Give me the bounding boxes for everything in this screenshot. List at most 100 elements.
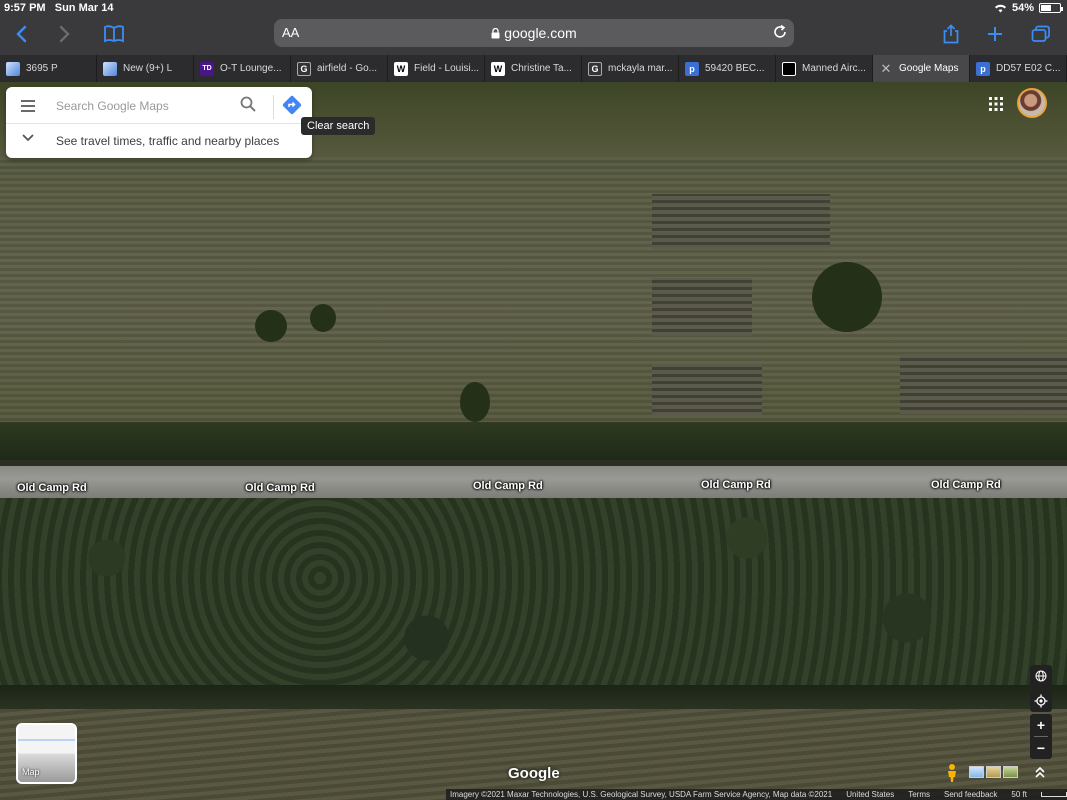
plot xyxy=(900,354,1067,414)
google-favicon-icon: G xyxy=(588,61,602,76)
battery-fill xyxy=(1041,5,1051,11)
imagery-thumbnail[interactable] xyxy=(969,766,984,778)
imagery-attribution: Imagery ©2021 Maxar Technologies, U.S. G… xyxy=(450,790,833,799)
wifi-icon xyxy=(994,4,1006,13)
share-icon xyxy=(943,24,959,44)
url-display[interactable]: google.com xyxy=(274,25,794,41)
close-tab-icon[interactable]: ✕ xyxy=(879,61,893,76)
canal xyxy=(0,685,1067,709)
black-favicon-icon xyxy=(782,61,796,76)
tab-label: 3695 P xyxy=(26,63,58,74)
tab-item[interactable]: Gairfield - Go... xyxy=(291,55,388,82)
back-button[interactable] xyxy=(6,20,36,48)
zoom-in-button[interactable]: + xyxy=(1030,714,1052,736)
search-panel: See travel times, traffic and nearby pla… xyxy=(6,87,312,158)
image-favicon-icon xyxy=(103,61,117,76)
tab-label: Manned Airc... xyxy=(802,63,866,74)
chevron-right-icon xyxy=(59,25,70,43)
menu-icon[interactable] xyxy=(20,99,36,113)
tab-item[interactable]: Gmckayla mar... xyxy=(582,55,679,82)
book-icon xyxy=(104,25,124,43)
imagery-thumbnails[interactable] xyxy=(969,766,1018,778)
tab-item[interactable]: TD O-T Lounge... xyxy=(194,55,291,82)
tab-label: Field - Louisi... xyxy=(414,63,480,74)
country-link[interactable]: United States xyxy=(846,790,894,799)
globe-icon xyxy=(1035,670,1047,682)
status-date: Sun Mar 14 xyxy=(54,2,114,14)
globe-view-button[interactable] xyxy=(1030,665,1052,687)
scale-label: 50 ft xyxy=(1011,790,1027,799)
wikipedia-favicon-icon: W xyxy=(491,61,505,76)
url-text: google.com xyxy=(504,25,577,41)
share-button[interactable] xyxy=(936,20,966,48)
tab-item[interactable]: Manned Airc... xyxy=(776,55,873,82)
satellite-map[interactable]: Old Camp Rd Old Camp Rd Old Camp Rd Old … xyxy=(0,82,1067,800)
pegman-icon[interactable] xyxy=(942,763,962,783)
tab-label: New (9+) L xyxy=(123,63,173,74)
new-tab-button[interactable] xyxy=(980,20,1010,48)
forest xyxy=(0,498,1067,698)
lower-field xyxy=(0,709,1067,800)
tab-label: O-T Lounge... xyxy=(220,63,282,74)
road-label: Old Camp Rd xyxy=(245,482,315,494)
chevron-left-icon xyxy=(16,25,27,43)
road-label: Old Camp Rd xyxy=(931,479,1001,491)
tab-label: 59420 BEC... xyxy=(705,63,765,74)
tab-item[interactable]: W Field - Louisi... xyxy=(388,55,485,82)
search-input[interactable] xyxy=(54,95,234,117)
tree xyxy=(310,304,336,332)
tab-label: DD57 E02 C... xyxy=(996,63,1061,74)
wikipedia-favicon-icon: W xyxy=(394,61,408,76)
chevron-down-icon[interactable] xyxy=(22,134,34,142)
panel-divider xyxy=(6,123,312,124)
tree-line xyxy=(0,422,1067,462)
reload-icon[interactable] xyxy=(772,24,788,40)
directions-icon[interactable] xyxy=(282,95,302,115)
tab-item[interactable]: 3695 P xyxy=(0,55,97,82)
my-location-button[interactable] xyxy=(1030,690,1052,712)
tab-item[interactable]: p 59420 BEC... xyxy=(679,55,776,82)
imagery-thumbnail[interactable] xyxy=(986,766,1001,778)
tab-item[interactable]: New (9+) L xyxy=(97,55,194,82)
battery-icon xyxy=(1039,3,1063,13)
road-label: Old Camp Rd xyxy=(17,482,87,494)
expand-up-icon[interactable] xyxy=(1031,764,1049,782)
google-favicon-icon: G xyxy=(297,61,311,76)
status-time: 9:57 PM Sun Mar 14 xyxy=(4,2,114,14)
status-right: 54% xyxy=(994,2,1063,14)
tab-item[interactable]: p DD57 E02 C... xyxy=(970,55,1067,82)
layer-preview xyxy=(18,739,75,741)
map-layer-toggle[interactable]: Map xyxy=(16,723,77,784)
tab-label: airfield - Go... xyxy=(317,63,378,74)
tab-overview-button[interactable] xyxy=(1026,20,1056,48)
lock-icon xyxy=(491,27,500,39)
tab-label: mckayla mar... xyxy=(608,63,673,74)
imagery-thumbnail[interactable] xyxy=(1003,766,1018,778)
account-avatar[interactable] xyxy=(1017,88,1047,118)
forward-button[interactable] xyxy=(50,20,80,48)
tab-item[interactable]: ✕ Google Maps xyxy=(873,55,970,82)
search-icon[interactable] xyxy=(240,96,256,112)
apps-grid-icon[interactable] xyxy=(988,96,1004,112)
terms-link[interactable]: Terms xyxy=(908,790,930,799)
tab-strip: 3695 P New (9+) L TD O-T Lounge... Gairfield… xyxy=(0,55,1067,82)
layer-label: Map xyxy=(22,767,40,777)
td-favicon-icon: TD xyxy=(200,61,214,76)
nearby-places-link[interactable]: See travel times, traffic and nearby pla… xyxy=(56,134,279,148)
road-label: Old Camp Rd xyxy=(701,479,771,491)
tabs-icon xyxy=(1031,25,1050,42)
zoom-out-button[interactable]: − xyxy=(1030,737,1052,759)
bookmarks-button[interactable] xyxy=(99,20,129,48)
location-icon xyxy=(1034,694,1048,708)
plus-icon xyxy=(988,27,1002,41)
address-bar[interactable]: AA google.com xyxy=(274,19,794,47)
tab-label: Christine Ta... xyxy=(511,63,572,74)
attribution-bar: Imagery ©2021 Maxar Technologies, U.S. G… xyxy=(446,789,1067,800)
clear-search-tooltip: Clear search xyxy=(301,117,376,135)
p-favicon-icon: p xyxy=(976,61,990,76)
battery-percent: 54% xyxy=(1011,2,1034,14)
send-feedback-link[interactable]: Send feedback xyxy=(944,790,997,799)
tab-item[interactable]: W Christine Ta... xyxy=(485,55,582,82)
road-label: Old Camp Rd xyxy=(473,480,543,492)
tree xyxy=(255,310,287,342)
